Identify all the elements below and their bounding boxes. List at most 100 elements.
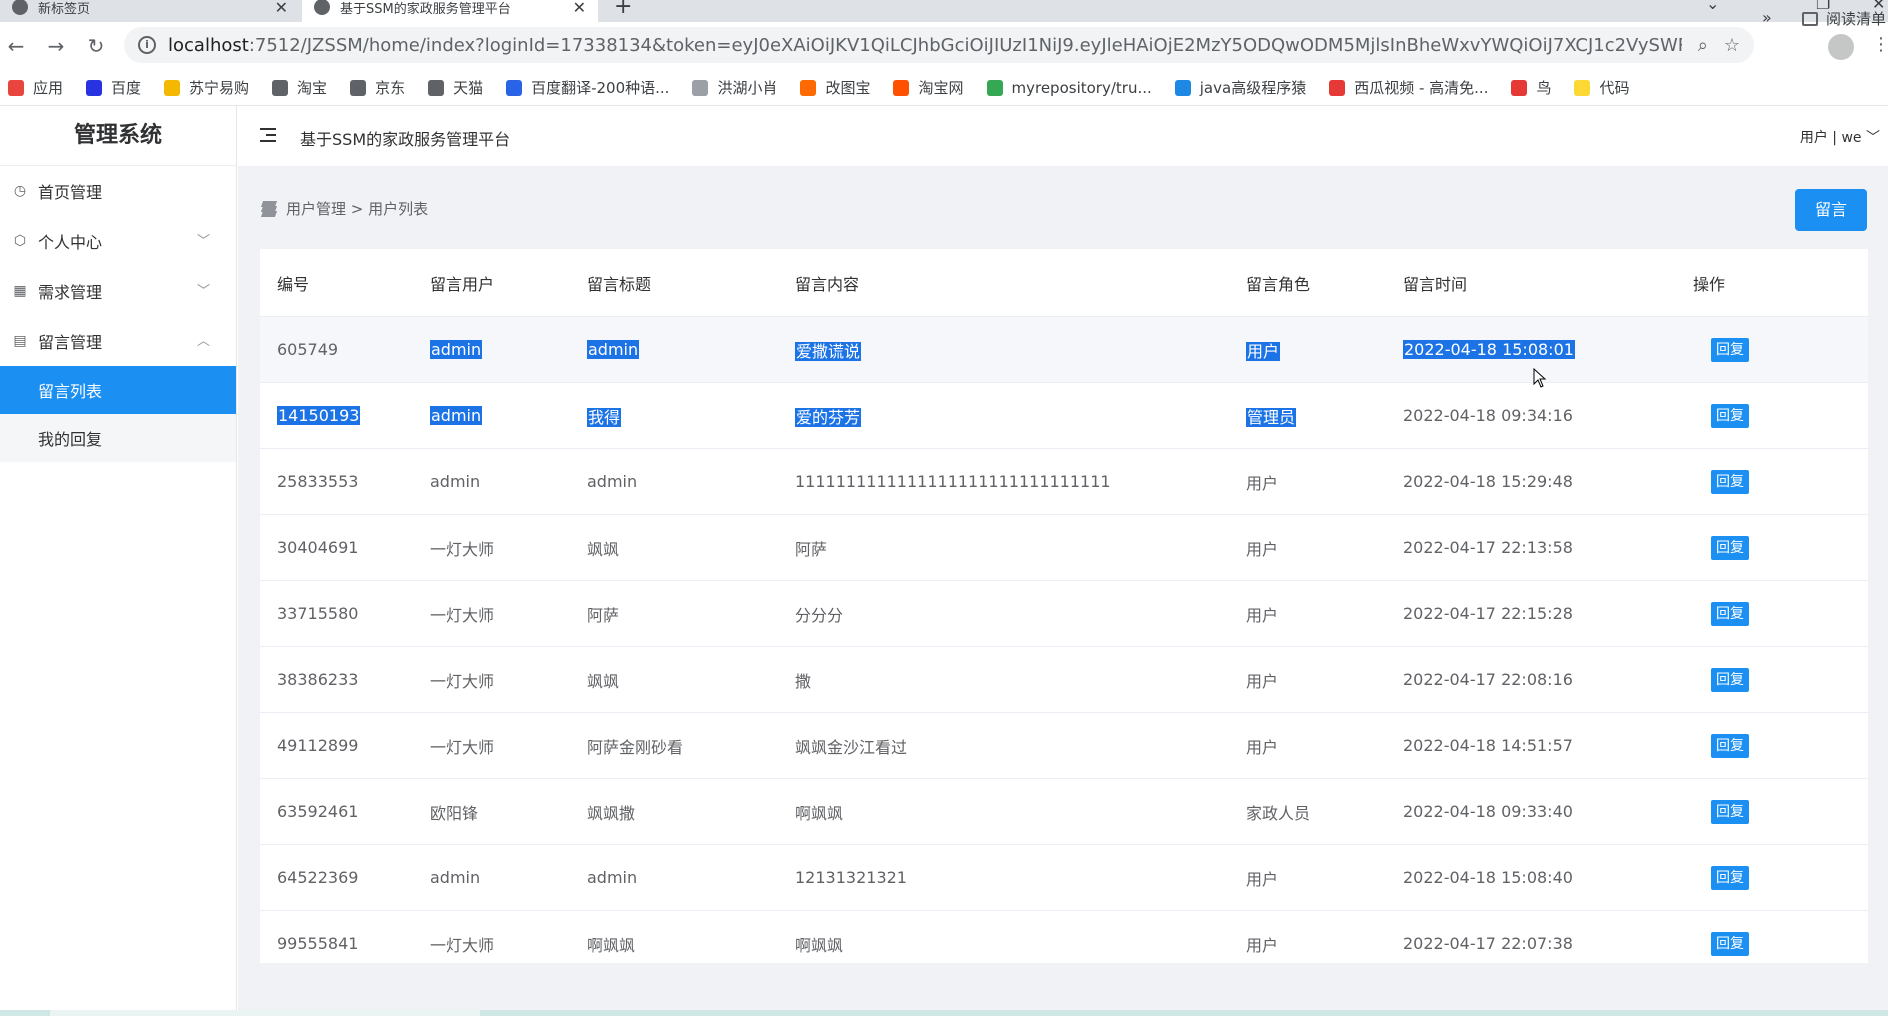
reading-list-label: 阅读清单 xyxy=(1826,10,1887,28)
cell-role: 用户 xyxy=(1246,866,1403,890)
reply-button[interactable]: 回复 xyxy=(1711,535,1749,560)
bookmarks-overflow-icon[interactable]: » xyxy=(1762,8,1772,27)
reply-button[interactable]: 回复 xyxy=(1711,667,1749,692)
cell-text: 用户 xyxy=(1246,869,1279,889)
cell-user: 一灯大师 xyxy=(430,932,587,956)
browser-tab-title: 新标签页 xyxy=(38,1,91,17)
cell-text: 63592461 xyxy=(277,802,359,821)
bookmark-item[interactable]: 西瓜视频 - 高清免... xyxy=(1329,77,1488,98)
bookmark-favicon-icon xyxy=(428,79,445,96)
cell-text: admin xyxy=(430,868,481,887)
sidebar-item-profile[interactable]: ⬡ 个人中心 ﹀ xyxy=(0,216,236,266)
cell-time: 2022-04-18 09:34:16 xyxy=(1403,406,1693,425)
address-bar[interactable]: i localhost:7512/JZSSM/home/index?loginI… xyxy=(124,27,1754,63)
add-message-button[interactable]: 留言 xyxy=(1795,189,1867,231)
bookmark-favicon-icon xyxy=(1511,79,1528,96)
tab-search-icon[interactable]: ⌄ xyxy=(1706,0,1719,13)
cell-content: 爱撒谎说 xyxy=(795,338,1246,362)
reload-icon[interactable]: ↻ xyxy=(82,32,110,60)
column-header: 留言内容 xyxy=(795,274,860,294)
cell-title: 阿萨 xyxy=(587,602,795,626)
reply-button[interactable]: 回复 xyxy=(1711,733,1749,758)
cell-text: 一灯大师 xyxy=(430,671,495,691)
profile-avatar[interactable] xyxy=(1828,34,1854,60)
bookmark-item[interactable]: 苏宁易购 xyxy=(164,77,249,98)
bookmark-item[interactable]: 百度 xyxy=(86,77,141,98)
cell-text: 啊飒飒 xyxy=(795,935,844,955)
browser-tab-title: 基于SSM的家政服务管理平台 xyxy=(340,1,511,17)
sidebar-item-home[interactable]: ◷ 首页管理 xyxy=(0,166,236,216)
bookmark-item[interactable]: 京东 xyxy=(350,77,405,98)
bookmark-item[interactable]: 洪湖小肖 xyxy=(692,77,777,98)
cell-role: 用户 xyxy=(1246,470,1403,494)
browser-tab-newtab[interactable]: 新标签页 ✕ xyxy=(0,0,300,22)
bookmark-item[interactable]: 鸟 xyxy=(1511,77,1551,98)
cell-id: 605749 xyxy=(260,340,430,359)
reply-button[interactable]: 回复 xyxy=(1711,403,1749,428)
cell-text: 38386233 xyxy=(277,670,359,689)
cell-text: 2022-04-18 15:29:48 xyxy=(1403,472,1573,491)
zoom-icon[interactable]: ⌕ xyxy=(1698,35,1708,56)
url-text[interactable]: localhost:7512/JZSSM/home/index?loginId=… xyxy=(168,35,1682,56)
bookmark-item[interactable]: 应用 xyxy=(8,77,63,98)
browser-tab-active[interactable]: 基于SSM的家政服务管理平台 ✕ xyxy=(302,0,598,22)
back-icon[interactable]: ← xyxy=(2,32,30,60)
browser-toolbar: ← → ↻ i localhost:7512/JZSSM/home/index?… xyxy=(0,22,1888,70)
cell-actions: 回复 xyxy=(1693,601,1868,626)
bookmark-label: 京东 xyxy=(375,79,406,97)
cell-text: 12131321321 xyxy=(795,868,907,887)
cell-id: 49112899 xyxy=(260,736,430,755)
sidebar-item-demand[interactable]: ▦ 需求管理 ﹀ xyxy=(0,266,236,316)
cell-role: 用户 xyxy=(1246,734,1403,758)
breadcrumb-text: 用户管理 > 用户列表 xyxy=(286,200,429,218)
bookmark-item[interactable]: java高级程序猿 xyxy=(1174,77,1307,98)
sidebar-item-messages[interactable]: ▤ 留言管理 ︿ xyxy=(0,316,236,366)
cell-user: admin xyxy=(430,340,587,359)
info-icon[interactable]: i xyxy=(138,36,156,54)
reply-button[interactable]: 回复 xyxy=(1711,469,1749,494)
reply-button[interactable]: 回复 xyxy=(1711,865,1749,890)
column-header: 编号 xyxy=(277,274,310,294)
reply-button[interactable]: 回复 xyxy=(1711,337,1749,362)
bookmark-item[interactable]: myrepository/tru... xyxy=(986,79,1152,97)
new-tab-icon[interactable]: + xyxy=(614,0,632,19)
bookmark-item[interactable]: 代码 xyxy=(1574,77,1630,98)
forward-icon[interactable]: → xyxy=(42,32,70,60)
bookmark-item[interactable]: 淘宝网 xyxy=(893,77,964,98)
bookmark-label: 西瓜视频 - 高清免... xyxy=(1354,79,1489,97)
table-row: 605749 admin admin 爱撒谎说 用户 2022-04-18 15:08:0… xyxy=(260,317,1868,383)
bookmark-item[interactable]: 淘宝 xyxy=(272,77,327,98)
bookmark-item[interactable]: 天猫 xyxy=(428,77,483,98)
close-tab-icon[interactable]: ✕ xyxy=(573,0,586,17)
user-menu[interactable]: 用户 | we ﹀ xyxy=(1800,127,1880,147)
sidebar-item-my-replies[interactable]: 我的回复 xyxy=(0,414,236,462)
reply-button[interactable]: 回复 xyxy=(1711,799,1749,824)
reading-list[interactable]: 阅读清单 xyxy=(1802,8,1886,29)
cell-user: admin xyxy=(430,472,587,491)
close-tab-icon[interactable]: ✕ xyxy=(275,0,288,17)
bookmark-star-icon[interactable]: ☆ xyxy=(1724,35,1740,56)
bookmark-label: 代码 xyxy=(1599,79,1630,97)
reply-button[interactable]: 回复 xyxy=(1711,601,1749,626)
sidebar-item-label: 需求管理 xyxy=(38,283,103,302)
cell-content: 啊飒飒 xyxy=(795,932,1246,956)
bookmark-item[interactable]: 改图宝 xyxy=(800,77,870,98)
cell-time: 2022-04-18 15:08:01 xyxy=(1403,340,1693,359)
browser-menu-icon[interactable]: ⋮ xyxy=(1872,34,1888,55)
table-row: 99555841 一灯大师 啊飒飒 啊飒飒 用户 2022-04-17 22:07:38 回… xyxy=(260,911,1868,963)
horizontal-scrollbar[interactable] xyxy=(0,1010,1888,1016)
cell-text: 管理员 xyxy=(1246,407,1297,427)
cell-text: 阿萨金刚砂看 xyxy=(587,737,684,757)
bookmark-item[interactable]: 百度翻译-200种语... xyxy=(506,77,669,98)
cell-text: 99555841 xyxy=(277,934,359,953)
menu-toggle-icon[interactable] xyxy=(260,128,276,146)
dashboard-icon: ◷ xyxy=(13,183,27,199)
bookmark-label: 百度翻译-200种语... xyxy=(531,79,670,97)
cell-content: 分分分 xyxy=(795,602,1246,626)
sidebar-item-message-list[interactable]: 留言列表 xyxy=(0,366,236,414)
scrollbar-thumb[interactable] xyxy=(50,1010,480,1016)
reply-button[interactable]: 回复 xyxy=(1711,931,1749,956)
cell-title: 啊飒飒 xyxy=(587,932,795,956)
cell-user: 一灯大师 xyxy=(430,668,587,692)
bookmark-label: java高级程序猿 xyxy=(1199,79,1307,97)
